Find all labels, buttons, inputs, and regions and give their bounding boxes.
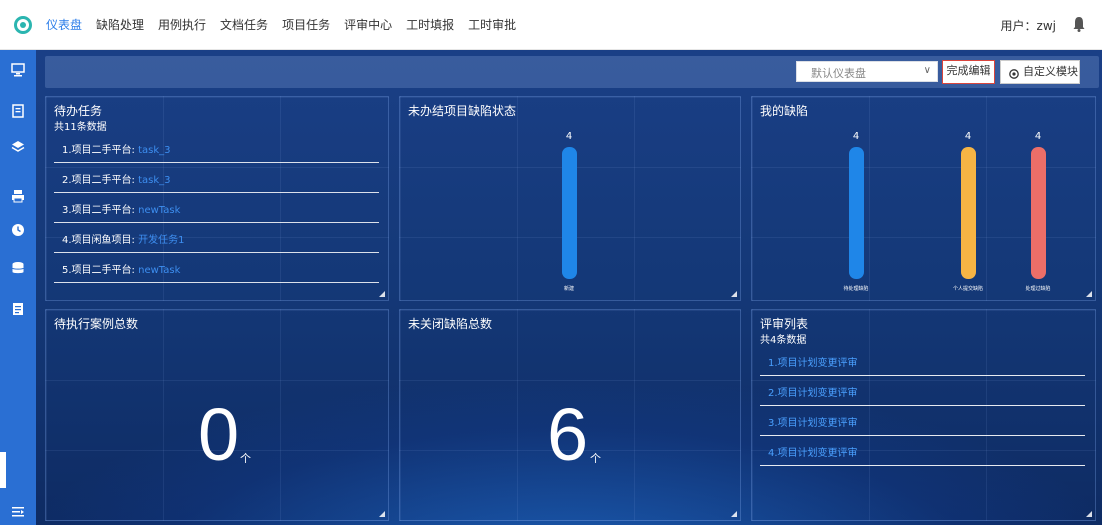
review-list-panel: 评审列表 共4条数据 1.项目计划变更评审 2.项目计划变更评审 3.项目计划变… xyxy=(751,309,1096,521)
resize-handle[interactable] xyxy=(1086,511,1092,517)
left-sidebar xyxy=(0,50,36,525)
panel-title: 待执行案例总数 xyxy=(54,317,139,331)
todo-tasks-panel: 待办任务 共11条数据 1.项目二手平台: task_3 2.项目二手平台: t… xyxy=(45,96,389,301)
task-project: 1.项目二手平台: xyxy=(62,145,135,156)
top-navigation-bar: 仪表盘 缺陷处理 用例执行 文档任务 项目任务 评审中心 工时填报 工时审批 用… xyxy=(0,0,1102,50)
panel-title: 评审列表 xyxy=(760,317,809,331)
custom-module-label: 自定义模块 xyxy=(1023,65,1078,78)
resize-handle[interactable] xyxy=(731,511,737,517)
database-icon[interactable] xyxy=(11,261,25,275)
review-link[interactable]: 4.项目计划变更评审 xyxy=(760,444,1085,466)
task-name-link[interactable]: 开发任务1 xyxy=(138,235,184,246)
bar-value-label: 4 xyxy=(852,131,860,142)
chart-bar[interactable] xyxy=(848,147,864,279)
bar-category-label: 待处理缺陷 xyxy=(843,286,869,292)
task-name-link[interactable]: task_3 xyxy=(138,175,170,186)
document-icon[interactable] xyxy=(11,104,25,118)
panel-title: 未办结项目缺陷状态 xyxy=(408,104,517,118)
chart-bar[interactable] xyxy=(561,147,577,279)
bar-value-label: 4 xyxy=(565,131,573,142)
nav-review-center[interactable]: 评审中心 xyxy=(344,16,392,33)
task-project: 2.项目二手平台: xyxy=(62,175,135,186)
unclosed-defects-panel: 未关闭缺陷总数 6 个 xyxy=(399,309,741,521)
unclosed-defects-count: 6 xyxy=(547,393,589,476)
count-unit: 个 xyxy=(590,452,601,465)
list-item[interactable]: 5.项目二手平台: newTask xyxy=(54,261,379,283)
bar-category-label: 个人提交缺陷 xyxy=(952,286,983,292)
resize-handle[interactable] xyxy=(379,511,385,517)
unfinished-defects-panel: 未办结项目缺陷状态 4 新建 xyxy=(399,96,741,301)
monitor-icon[interactable] xyxy=(11,63,25,77)
review-link[interactable]: 1.项目计划变更评审 xyxy=(760,354,1085,376)
list-item[interactable]: 2.项目二手平台: task_3 xyxy=(54,171,379,193)
logo-icon xyxy=(14,15,32,34)
gear-icon xyxy=(1008,66,1020,79)
main-nav: 仪表盘 缺陷处理 用例执行 文档任务 项目任务 评审中心 工时填报 工时审批 xyxy=(46,0,530,50)
nav-defect-handling[interactable]: 缺陷处理 xyxy=(96,16,144,33)
nav-document-tasks[interactable]: 文档任务 xyxy=(220,16,268,33)
nav-timesheet-entry[interactable]: 工时填报 xyxy=(406,16,454,33)
file-icon[interactable] xyxy=(11,302,25,316)
layers-icon[interactable] xyxy=(11,140,25,154)
custom-module-button[interactable]: 自定义模块 xyxy=(1000,60,1080,84)
my-defects-panel: 我的缺陷 4 待处理缺陷 4 个人提交缺陷 4 处理过缺陷 xyxy=(751,96,1096,301)
chart-bar[interactable] xyxy=(1030,147,1046,279)
pending-cases-panel: 待执行案例总数 0 个 xyxy=(45,309,389,521)
task-name-link[interactable]: task_3 xyxy=(138,145,170,156)
chevron-down-icon: ∨ xyxy=(923,65,931,76)
bar-value-label: 4 xyxy=(964,131,972,142)
bell-icon[interactable] xyxy=(1072,16,1086,32)
task-project: 3.项目二手平台: xyxy=(62,205,135,216)
nav-timesheet-approval[interactable]: 工时审批 xyxy=(468,16,516,33)
count-unit: 个 xyxy=(240,452,251,465)
menu-collapse-icon[interactable] xyxy=(11,505,25,519)
task-name-link[interactable]: newTask xyxy=(138,265,180,276)
dashboard-main: 默认仪表盘 ∨ 完成编辑 自定义模块 待办任务 共11条数据 1.项目二手平台:… xyxy=(36,50,1102,525)
bar-category-label: 处理过缺陷 xyxy=(1025,286,1051,292)
dashboard-select[interactable]: 默认仪表盘 ∨ xyxy=(796,61,938,82)
resize-handle[interactable] xyxy=(379,291,385,297)
done-editing-button[interactable]: 完成编辑 xyxy=(942,60,995,84)
review-link[interactable]: 2.项目计划变更评审 xyxy=(760,384,1085,406)
pending-cases-count: 0 xyxy=(198,393,240,476)
task-project: 4.项目闲鱼项目: xyxy=(62,235,135,246)
clock-icon[interactable] xyxy=(11,223,25,237)
resize-handle[interactable] xyxy=(1086,291,1092,297)
bar-category-label: 新建 xyxy=(563,286,574,292)
app-logo[interactable] xyxy=(0,0,46,50)
list-item[interactable]: 1.项目二手平台: task_3 xyxy=(54,141,379,163)
panel-title: 未关闭缺陷总数 xyxy=(408,317,493,331)
current-user[interactable]: 用户：zwj xyxy=(1001,17,1056,34)
record-count: 共11条数据 xyxy=(54,122,107,133)
nav-case-execution[interactable]: 用例执行 xyxy=(158,16,206,33)
list-item[interactable]: 4.项目闲鱼项目: 开发任务1 xyxy=(54,231,379,253)
nav-project-tasks[interactable]: 项目任务 xyxy=(282,16,330,33)
chart-bar[interactable] xyxy=(960,147,976,279)
task-project: 5.项目二手平台: xyxy=(62,265,135,276)
dashboard-toolbar: 默认仪表盘 ∨ 完成编辑 自定义模块 xyxy=(45,56,1099,88)
task-name-link[interactable]: newTask xyxy=(138,205,180,216)
dashboard-select-value: 默认仪表盘 xyxy=(811,67,866,80)
printer-icon[interactable] xyxy=(11,189,25,203)
nav-dashboard[interactable]: 仪表盘 xyxy=(46,16,82,33)
panel-title: 我的缺陷 xyxy=(760,104,809,118)
list-item[interactable]: 3.项目二手平台: newTask xyxy=(54,201,379,223)
review-link[interactable]: 3.项目计划变更评审 xyxy=(760,414,1085,436)
record-count: 共4条数据 xyxy=(760,335,807,346)
sidebar-expand-handle[interactable] xyxy=(0,452,6,488)
bar-value-label: 4 xyxy=(1034,131,1042,142)
panel-title: 待办任务 xyxy=(54,104,103,118)
resize-handle[interactable] xyxy=(731,291,737,297)
